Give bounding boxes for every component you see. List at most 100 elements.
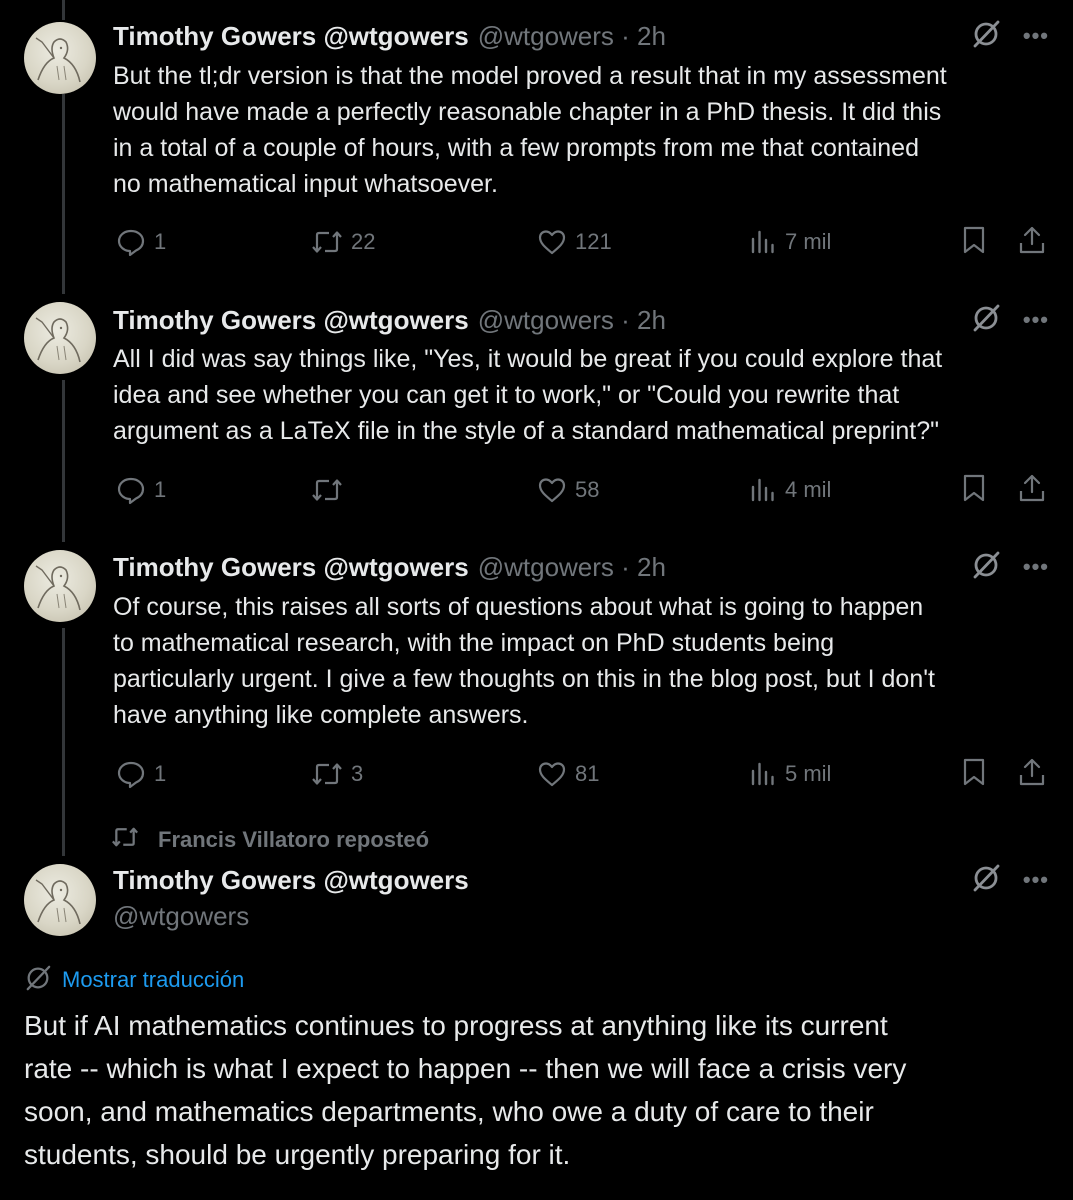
repost-button[interactable]: 22 <box>311 222 375 262</box>
tweet-text-line: argument as a LaTeX file in the style of… <box>113 417 939 445</box>
share-icon <box>1017 473 1047 508</box>
views-button[interactable]: 5 mil <box>749 754 831 794</box>
more-icon[interactable]: ••• <box>1023 309 1049 331</box>
repost-count: 22 <box>351 229 376 254</box>
thread-connector <box>62 628 65 856</box>
tweet-text-line: no mathematical input whatsoever. <box>113 170 498 198</box>
translate-label[interactable]: Mostrar traducción <box>62 967 244 993</box>
avatar[interactable] <box>24 864 96 936</box>
reply-button[interactable]: 1 <box>116 470 166 510</box>
tweet-text: Of course, this raises all sorts of ques… <box>113 589 1058 733</box>
author-name[interactable]: Timothy Gowers @wtgowers <box>113 552 469 583</box>
like-button[interactable]: 58 <box>537 470 599 510</box>
author-name[interactable]: Timothy Gowers @wtgowers <box>113 21 469 52</box>
heart-icon <box>537 475 567 505</box>
author-name[interactable]: Timothy Gowers @wtgowers <box>113 865 469 896</box>
tweet-header: Timothy Gowers @wtgowers @wtgowers · 2h … <box>113 302 1049 338</box>
thread-connector <box>62 0 65 20</box>
reply-button[interactable]: 1 <box>116 754 166 794</box>
action-bar: 1 58 4 mil <box>113 470 1053 510</box>
views-count: 7 mil <box>785 229 832 254</box>
tweet-text-line: would have made a perfectly reasonable c… <box>113 98 942 126</box>
avatar[interactable] <box>24 22 96 94</box>
reply-count: 1 <box>154 477 167 502</box>
main-tweet-text: But if AI mathematics continues to progr… <box>24 1004 1054 1176</box>
main-tweet-text-line: soon, and mathematics departments, who o… <box>24 1096 874 1127</box>
grok-icon[interactable] <box>971 863 1001 898</box>
repost-icon <box>311 759 343 789</box>
translate-link[interactable]: Mostrar traducción <box>24 962 244 998</box>
author-handle-time[interactable]: @wtgowers · 2h <box>478 21 666 52</box>
heart-icon <box>537 759 567 789</box>
main-tweet-text-line: students, should be urgently preparing f… <box>24 1139 571 1170</box>
bookmark-button[interactable] <box>961 470 987 510</box>
like-count: 81 <box>575 761 600 786</box>
thread-connector <box>62 94 65 294</box>
more-icon[interactable]: ••• <box>1023 869 1049 891</box>
views-icon <box>749 759 777 789</box>
tweet-text-line: idea and see whether you can get it to w… <box>113 381 900 409</box>
reply-button[interactable]: 1 <box>116 222 166 262</box>
like-count: 121 <box>575 229 612 254</box>
reply-count: 1 <box>154 761 167 786</box>
more-icon[interactable]: ••• <box>1023 556 1049 578</box>
views-icon <box>749 227 777 257</box>
tweet-header: Timothy Gowers @wtgowers @wtgowers · 2h … <box>113 18 1049 54</box>
repost-button[interactable] <box>311 470 351 510</box>
author-handle[interactable]: @wtgowers <box>113 898 249 934</box>
tweet-text-line: But the tl;dr version is that the model … <box>113 62 947 90</box>
share-button[interactable] <box>1017 470 1047 510</box>
grok-icon[interactable] <box>971 19 1001 54</box>
grok-icon[interactable] <box>971 303 1001 338</box>
author-name[interactable]: Timothy Gowers @wtgowers <box>113 305 469 336</box>
reply-count: 1 <box>154 229 167 254</box>
views-count: 4 mil <box>785 477 832 502</box>
avatar[interactable] <box>24 302 96 374</box>
repost-notice-text[interactable]: Francis Villatoro reposteó <box>158 827 429 853</box>
tweet-text-line: have anything like complete answers. <box>113 701 529 729</box>
tweet-text-line: All I did was say things like, "Yes, it … <box>113 345 943 373</box>
repost-icon <box>110 824 140 856</box>
tweet-text-line: Of course, this raises all sorts of ques… <box>113 593 924 621</box>
main-tweet-text-line: rate -- which is what I expect to happen… <box>24 1053 907 1084</box>
bookmark-icon <box>961 473 987 508</box>
reply-icon <box>116 227 146 257</box>
views-button[interactable]: 4 mil <box>749 470 831 510</box>
reply-icon <box>116 759 146 789</box>
bookmark-button[interactable] <box>961 222 987 262</box>
views-button[interactable]: 7 mil <box>749 222 831 262</box>
like-button[interactable]: 121 <box>537 222 612 262</box>
tweet-text: All I did was say things like, "Yes, it … <box>113 341 1058 449</box>
share-icon <box>1017 225 1047 260</box>
author-handle-time[interactable]: @wtgowers · 2h <box>478 305 666 336</box>
bookmark-icon <box>961 757 987 792</box>
repost-notice: Francis Villatoro reposteó <box>110 822 429 858</box>
tweet-text-line: in a total of a couple of hours, with a … <box>113 134 919 162</box>
like-button[interactable]: 81 <box>537 754 599 794</box>
share-button[interactable] <box>1017 754 1047 794</box>
bookmark-button[interactable] <box>961 754 987 794</box>
repost-count: 3 <box>351 761 364 786</box>
more-icon[interactable]: ••• <box>1023 25 1049 47</box>
thread-connector <box>62 380 65 542</box>
avatar[interactable] <box>24 550 96 622</box>
action-bar: 1 3 81 5 mil <box>113 754 1053 794</box>
repost-icon <box>311 227 343 257</box>
tweet-text-line: particularly urgent. I give a few though… <box>113 665 935 693</box>
author-handle-time[interactable]: @wtgowers · 2h <box>478 552 666 583</box>
share-button[interactable] <box>1017 222 1047 262</box>
views-icon <box>749 475 777 505</box>
share-icon <box>1017 757 1047 792</box>
repost-icon <box>311 475 343 505</box>
like-count: 58 <box>575 477 600 502</box>
action-bar: 1 22 121 7 mil <box>113 222 1053 262</box>
repost-button[interactable]: 3 <box>311 754 363 794</box>
tweet-header: Timothy Gowers @wtgowers ••• <box>113 862 1049 898</box>
translate-icon <box>24 964 52 997</box>
grok-icon[interactable] <box>971 550 1001 585</box>
bookmark-icon <box>961 225 987 260</box>
heart-icon <box>537 227 567 257</box>
views-count: 5 mil <box>785 761 832 786</box>
tweet-header: Timothy Gowers @wtgowers @wtgowers · 2h … <box>113 549 1049 585</box>
reply-icon <box>116 475 146 505</box>
